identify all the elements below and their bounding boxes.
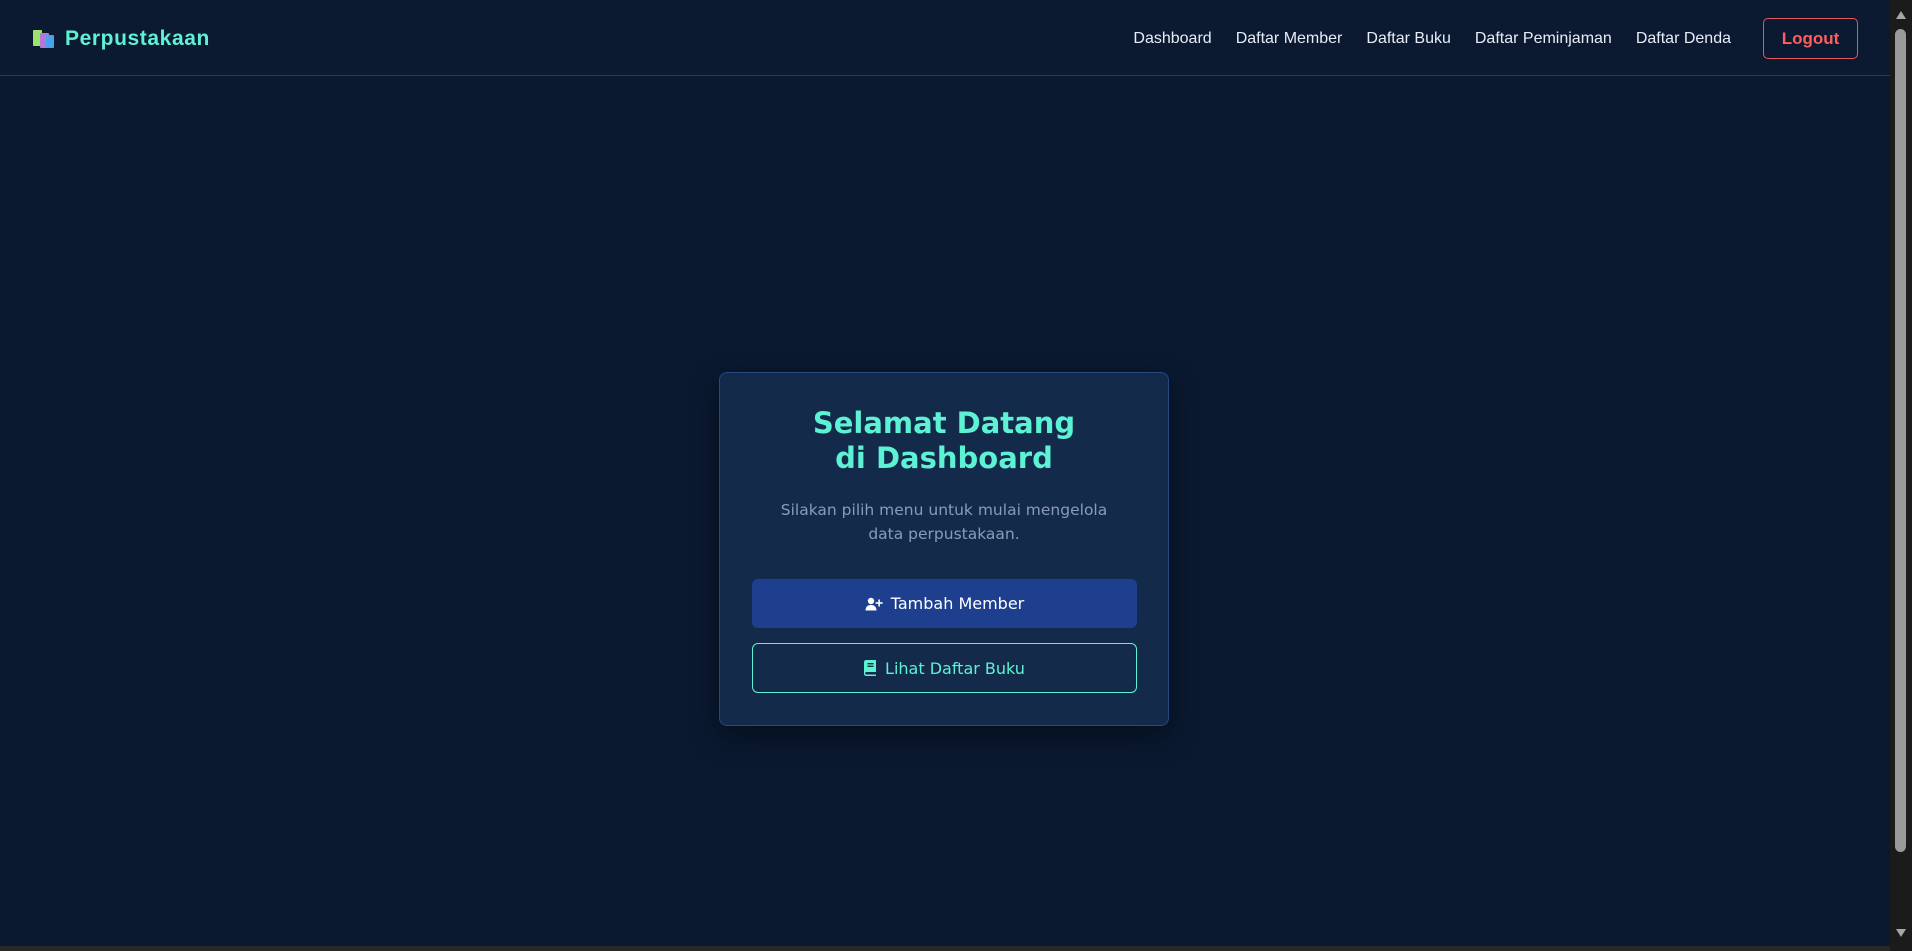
view-books-button[interactable]: Lihat Daftar Buku (752, 643, 1137, 693)
book-icon (864, 660, 877, 676)
brand-title: Perpustakaan (65, 27, 210, 50)
nav-link-daftar-peminjaman[interactable]: Daftar Peminjaman (1475, 30, 1612, 48)
scroll-thumb[interactable] (1895, 29, 1906, 852)
scroll-down-arrow-icon[interactable] (1896, 929, 1906, 937)
add-member-label: Tambah Member (890, 594, 1025, 613)
welcome-title: Selamat Datang di Dashboard (812, 406, 1076, 475)
nav-link-daftar-denda[interactable]: Daftar Denda (1636, 30, 1731, 48)
user-plus-icon (865, 597, 883, 611)
brand[interactable]: Perpustakaan (33, 27, 210, 51)
scroll-up-arrow-icon[interactable] (1896, 11, 1906, 19)
welcome-subtitle: Silakan pilih menu untuk mulai mengelola… (780, 501, 1108, 543)
nav-link-dashboard[interactable]: Dashboard (1133, 30, 1211, 48)
window-bottom-border (0, 946, 1890, 951)
welcome-card: Selamat Datang di Dashboard Silakan pili… (719, 372, 1169, 726)
view-books-label: Lihat Daftar Buku (885, 658, 1025, 678)
add-member-button[interactable]: Tambah Member (752, 579, 1137, 628)
vertical-scrollbar[interactable] (1890, 0, 1912, 951)
nav-links: Dashboard Daftar Member Daftar Buku Daft… (1133, 18, 1858, 59)
logout-button[interactable]: Logout (1763, 18, 1858, 59)
nav-link-daftar-buku[interactable]: Daftar Buku (1366, 30, 1450, 48)
nav-link-daftar-member[interactable]: Daftar Member (1236, 30, 1343, 48)
page: Perpustakaan Dashboard Daftar Member Daf… (0, 0, 1890, 951)
navbar: Perpustakaan Dashboard Daftar Member Daf… (0, 0, 1890, 76)
books-icon (33, 29, 55, 49)
